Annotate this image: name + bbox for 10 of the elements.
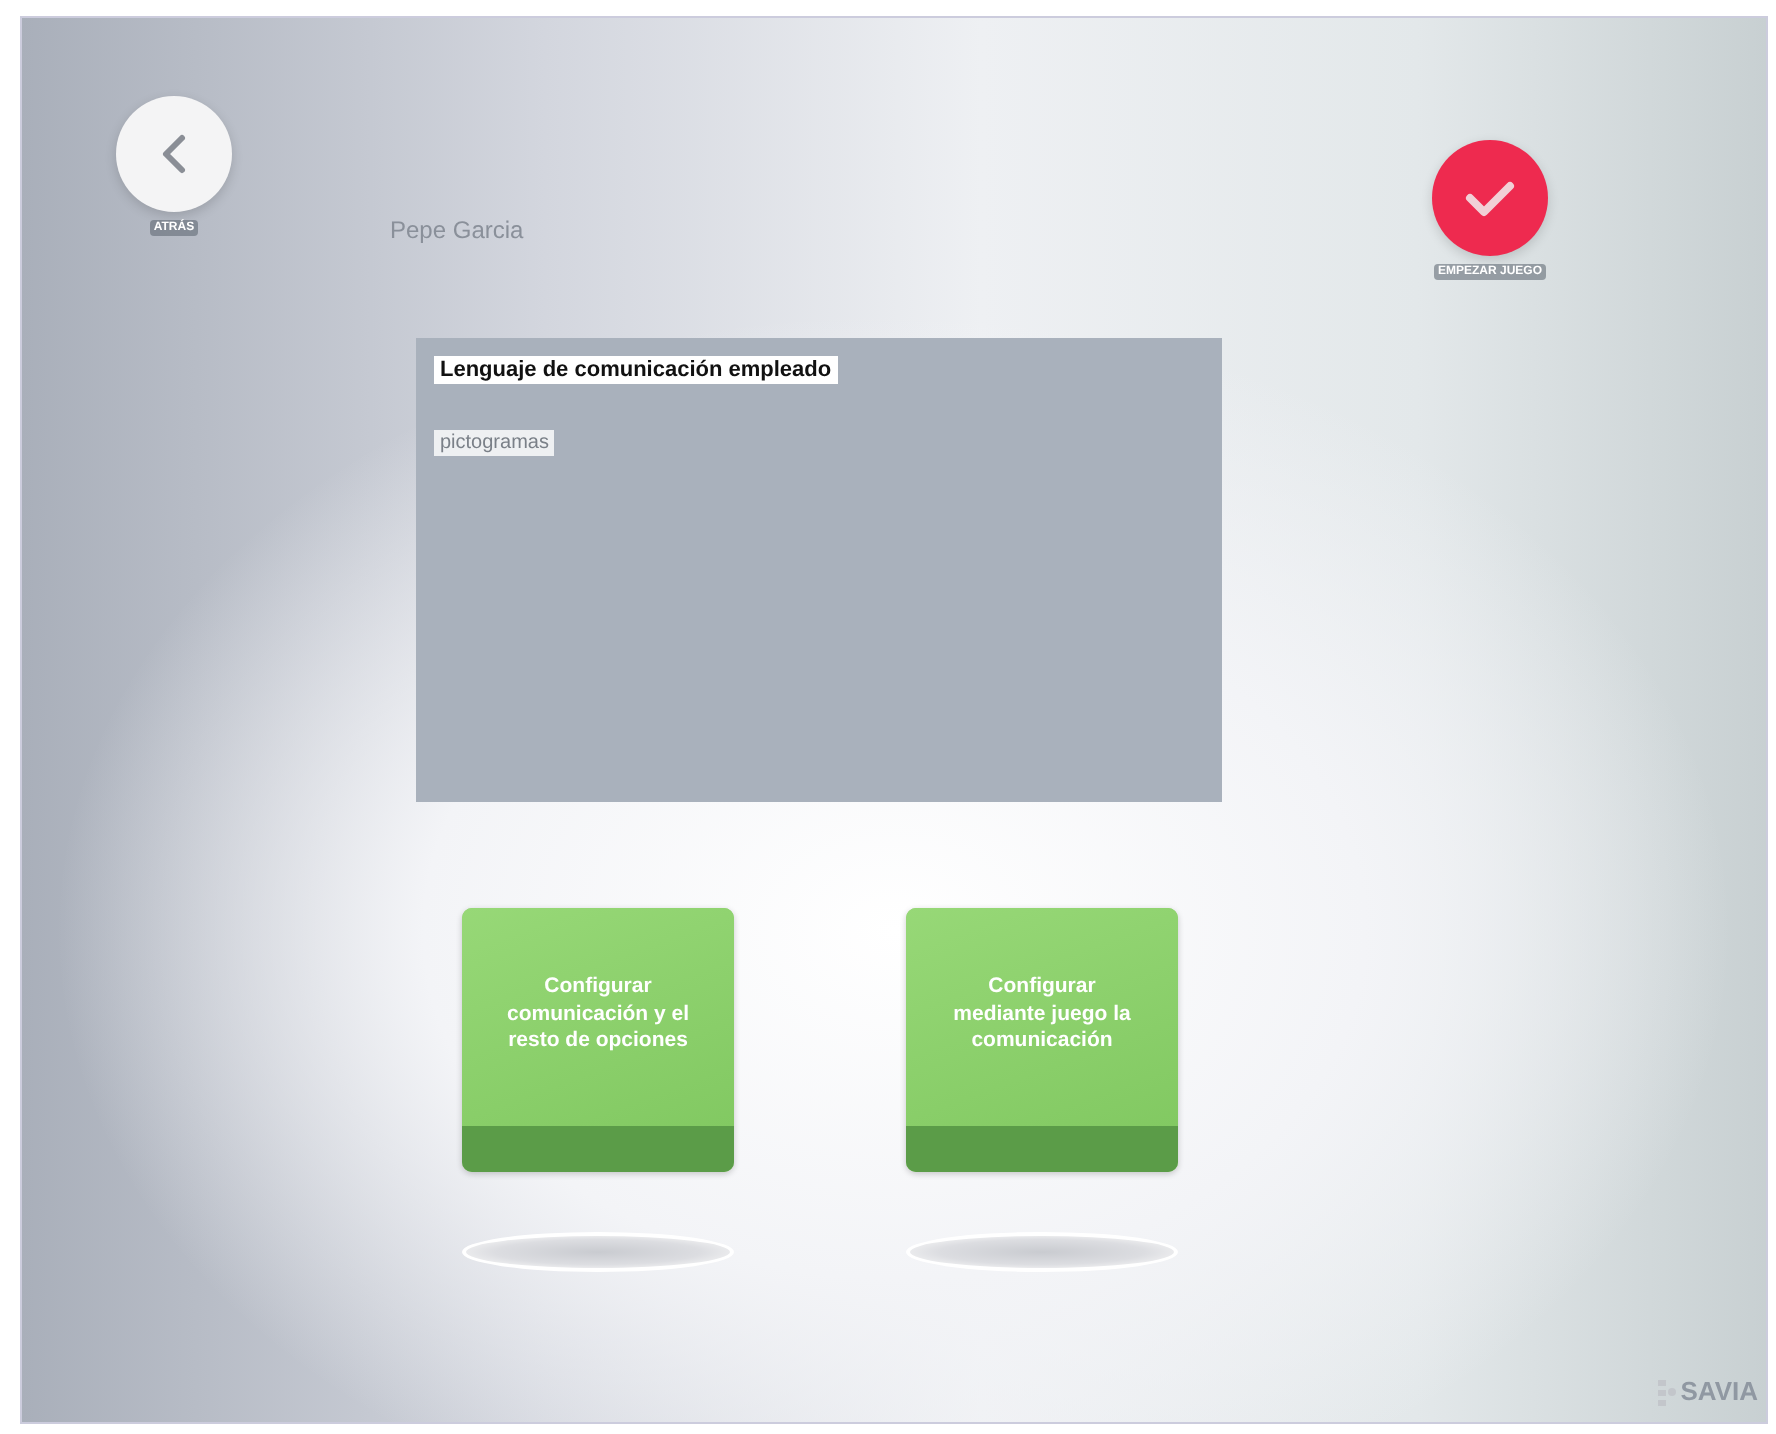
option-card[interactable]: Configurar comunicación y el resto de opciones (462, 908, 734, 1172)
back-button[interactable] (116, 96, 232, 212)
option-card[interactable]: Configurar mediante juego la comunicación (906, 908, 1178, 1172)
logo-text: SAVIA (1680, 1376, 1758, 1406)
panel-value: pictogramas (434, 430, 555, 456)
chevron-left-icon (160, 132, 188, 176)
user-name: Pepe Garcia (390, 216, 524, 244)
panel-title: Lenguaje de comunicación empleado (434, 356, 838, 384)
start-button[interactable] (1432, 140, 1548, 256)
checkmark-icon (1464, 178, 1516, 218)
